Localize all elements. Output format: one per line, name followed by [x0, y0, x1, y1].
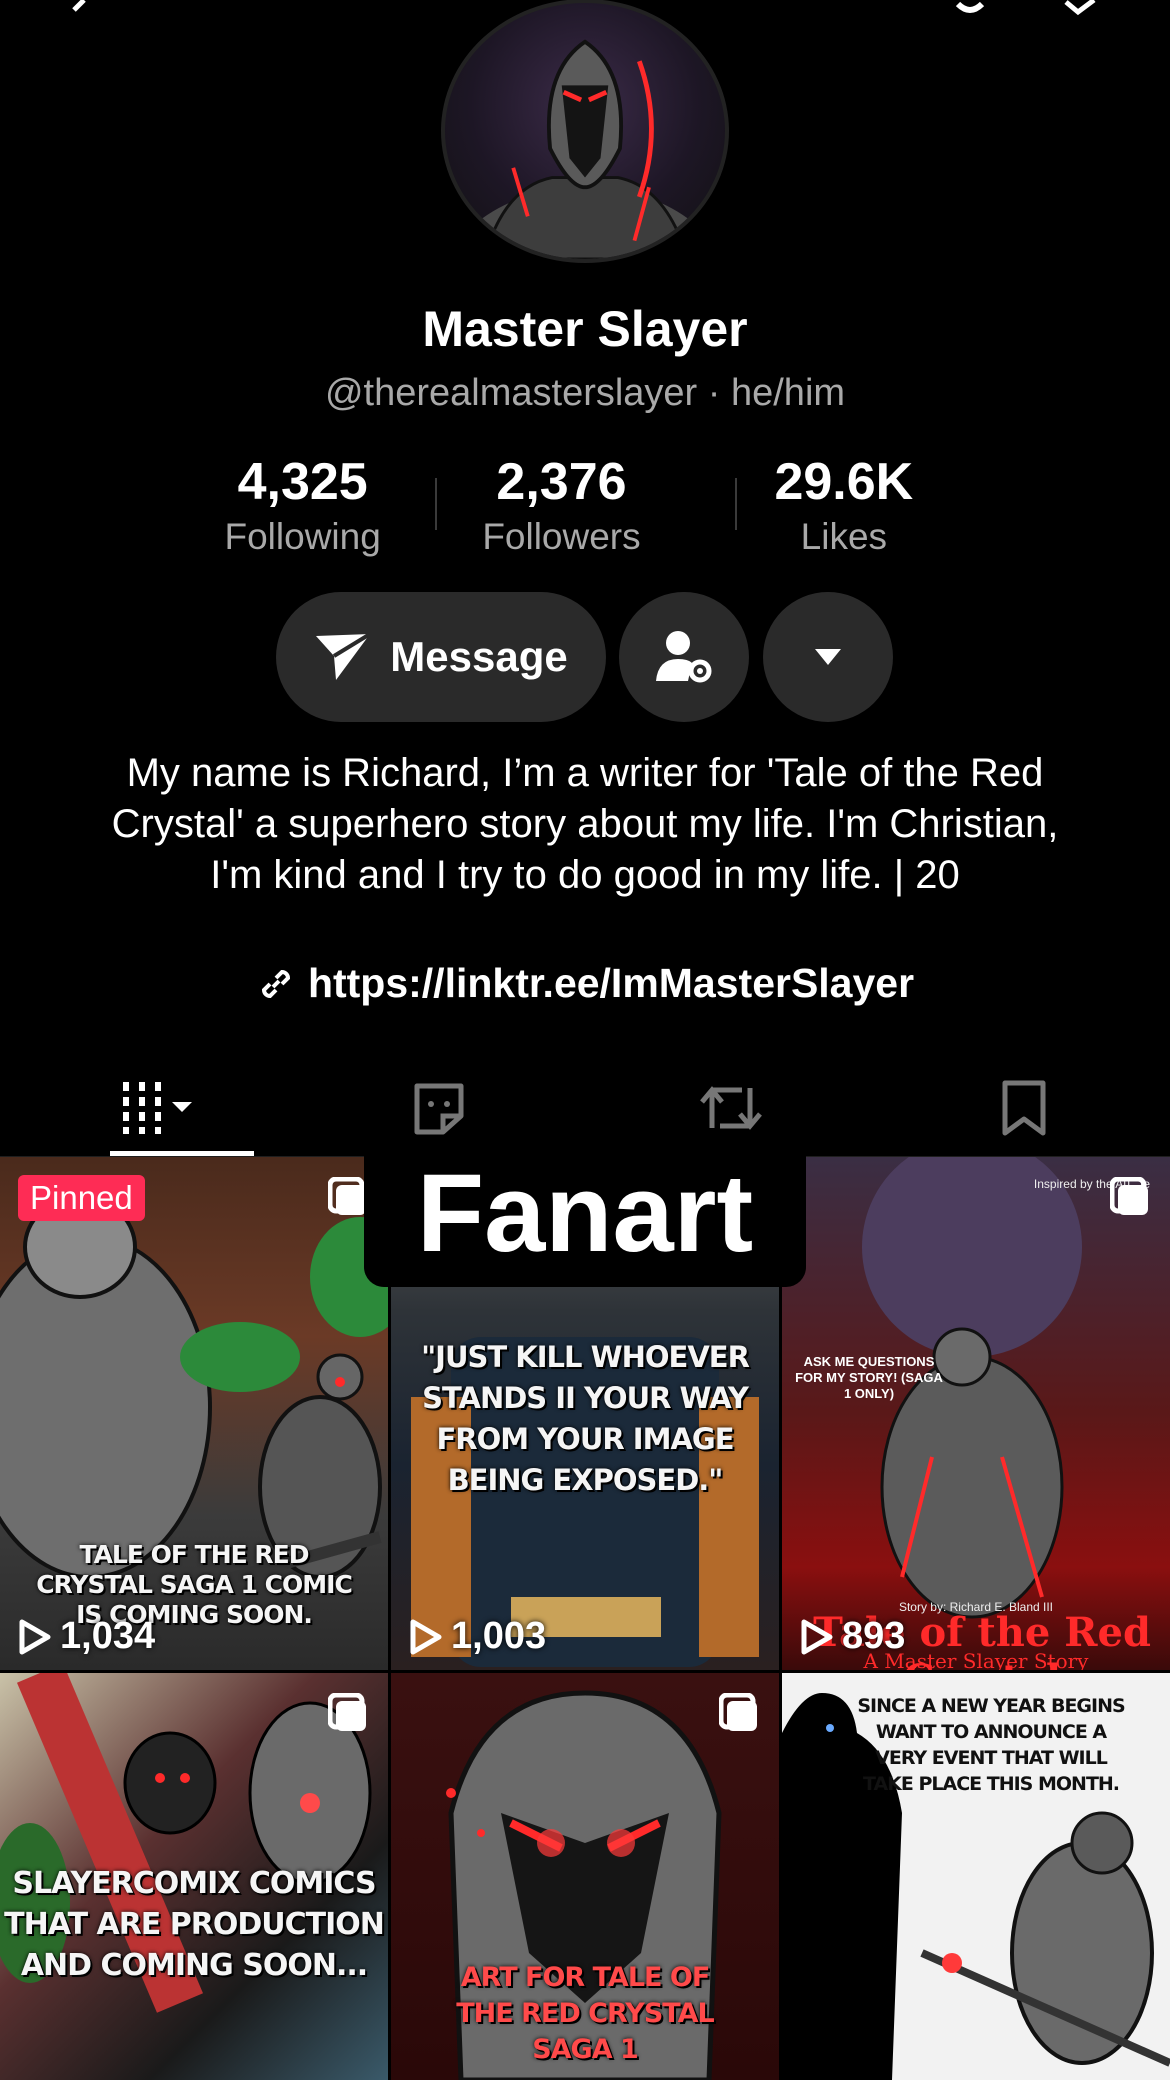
view-count-text: 1,034 — [60, 1615, 156, 1657]
play-icon — [801, 1619, 833, 1654]
video-caption: SINCE A NEW YEAR BEGINS WANT TO ANNOUNCE… — [857, 1695, 1125, 1795]
share-icon[interactable] — [1060, 0, 1100, 16]
followers-count: 2,376 — [496, 453, 627, 511]
tab-reposts[interactable] — [585, 1060, 878, 1156]
multi-photo-icon — [719, 1693, 757, 1731]
view-count: 1,003 — [409, 1615, 546, 1658]
video-caption: "JUST KILL WHOEVER STANDS II YOUR WAY FR… — [421, 1340, 750, 1497]
message-button[interactable]: Message — [276, 592, 606, 722]
likes-label: Likes — [800, 516, 888, 557]
bookmark-icon — [1002, 1080, 1046, 1136]
view-count-text: 893 — [842, 1615, 906, 1657]
play-icon — [410, 1619, 442, 1654]
repost-icon — [700, 1086, 763, 1130]
send-icon — [316, 632, 372, 680]
video-tile[interactable]: Inspired by the Au...fe ASK ME QUESTIONS… — [782, 1157, 1170, 1670]
active-tab-indicator — [110, 1151, 254, 1156]
view-count-text: 1,003 — [451, 1615, 547, 1657]
view-count: 893 — [800, 1615, 905, 1658]
message-label: Message — [390, 633, 568, 680]
video-tile[interactable]: SINCE A NEW YEAR BEGINS WANT TO ANNOUNCE… — [782, 1673, 1170, 2080]
profile-handle: @therealmasterslayer · he/him — [324, 372, 846, 414]
profile-name: Master Slayer — [422, 301, 748, 357]
multi-photo-icon — [328, 1177, 366, 1215]
multi-photo-icon — [1110, 1177, 1148, 1215]
profile-link[interactable]: https://linktr.ee/ImMasterSlayer — [0, 960, 1170, 1007]
more-options-button[interactable] — [763, 592, 893, 722]
tab-private[interactable] — [293, 1060, 586, 1156]
notification-icon[interactable] — [950, 0, 990, 16]
stat-divider — [735, 478, 737, 530]
following-label: Following — [224, 516, 381, 557]
profile-bio: My name is Richard, I’m a writer for 'Ta… — [111, 751, 1059, 897]
tab-videos[interactable] — [0, 1060, 293, 1156]
avatar[interactable] — [441, 0, 729, 263]
video-tile[interactable]: ART FOR TALE OF THE RED CRYSTAL SAGA 1 — [391, 1673, 779, 2080]
stat-following[interactable]: 4,325 Following — [185, 452, 420, 562]
stat-divider — [435, 478, 437, 530]
play-icon — [19, 1619, 51, 1654]
view-count: 1,034 — [18, 1615, 155, 1658]
fanart-overlay-label: Fanart — [364, 1145, 806, 1287]
video-tile[interactable]: Pinned TALE OF THE RED CRYSTAL SAGA 1 CO… — [0, 1157, 388, 1670]
video-tile[interactable]: SLAYERCOMIX COMICS THAT ARE PRODUCTION A… — [0, 1673, 388, 2080]
followers-label: Followers — [482, 516, 641, 557]
multi-photo-icon — [328, 1693, 366, 1731]
person-gear-icon — [656, 631, 712, 683]
videos-grid-icon — [123, 1082, 193, 1134]
following-count: 4,325 — [237, 453, 368, 511]
link-text: https://linktr.ee/ImMasterSlayer — [307, 960, 915, 1006]
content-tabs — [0, 1060, 1170, 1157]
profile-stats: 4,325 Following 2,376 Followers 29.6K Li… — [185, 452, 985, 562]
private-sticker-icon — [414, 1083, 464, 1135]
link-icon — [261, 969, 290, 998]
caret-down-icon — [815, 649, 841, 665]
back-icon[interactable] — [60, 0, 100, 16]
video-grid: Pinned TALE OF THE RED CRYSTAL SAGA 1 CO… — [0, 1157, 1170, 2080]
stat-followers[interactable]: 2,376 Followers — [420, 452, 702, 562]
video-caption: ART FOR TALE OF THE RED CRYSTAL SAGA 1 — [456, 1962, 714, 2065]
video-caption: ASK ME QUESTIONS FOR MY STORY! (SAGA 1 O… — [795, 1354, 943, 1401]
likes-count: 29.6K — [774, 453, 914, 511]
stat-likes[interactable]: 29.6K Likes — [703, 452, 985, 562]
video-thumbnail — [862, 1157, 1082, 1619]
tab-saved[interactable] — [878, 1060, 1170, 1156]
video-caption: SLAYERCOMIX COMICS THAT ARE PRODUCTION A… — [4, 1866, 385, 1983]
add-friend-button[interactable] — [619, 592, 749, 722]
pinned-badge: Pinned — [18, 1175, 145, 1221]
